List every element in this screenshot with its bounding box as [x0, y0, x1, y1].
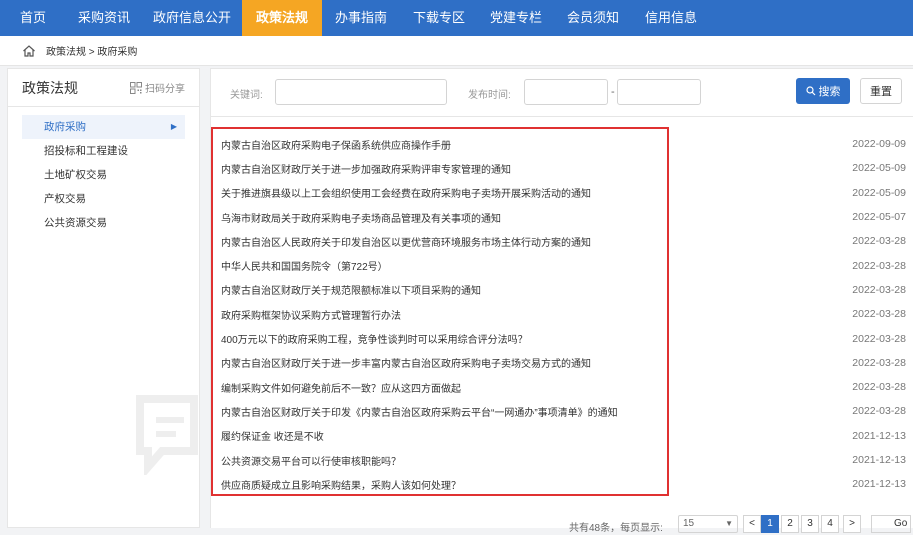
sidebar-title: 政策法规	[22, 79, 78, 96]
list-item: 内蒙古自治区政府采购电子保函系统供应商操作手册 2022-09-09	[211, 132, 913, 156]
page-size-select[interactable]: 15 ▼	[678, 515, 738, 533]
sidebar-header: 政策法规 扫码分享	[8, 69, 199, 107]
page-button-2[interactable]: 2	[781, 515, 799, 533]
keyword-label: 关键词:	[230, 90, 263, 101]
list-item: 内蒙古自治区财政厅关于规范限额标准以下项目采购的通知 2022-03-28	[211, 278, 913, 302]
article-list: 内蒙古自治区政府采购电子保函系统供应商操作手册 2022-09-09 内蒙古自治区…	[211, 132, 913, 496]
chevron-down-icon: ▼	[725, 519, 733, 528]
date-start-input[interactable]	[524, 79, 608, 105]
article-title-link[interactable]: 400万元以下的政府采购工程，竞争性谈判时可以采用综合评分法吗？	[221, 331, 528, 346]
article-title-link[interactable]: 内蒙古自治区政府采购电子保函系统供应商操作手册	[221, 137, 451, 152]
article-title-link[interactable]: 政府采购框架协议采购方式管理暂行办法	[221, 307, 401, 322]
article-date: 2022-03-28	[852, 259, 906, 272]
nav-item-party[interactable]: 党建专栏	[478, 0, 554, 36]
share-button[interactable]: 扫码分享	[130, 80, 185, 95]
list-item: 400万元以下的政府采购工程，竞争性谈判时可以采用综合评分法吗？ 2022-03-…	[211, 326, 913, 350]
article-title-link[interactable]: 公共资源交易平台可以行使审核职能吗？	[221, 453, 401, 468]
article-title-link[interactable]: 内蒙古自治区财政厅关于规范限额标准以下项目采购的通知	[221, 282, 481, 297]
breadcrumb[interactable]: 政策法规 > 政府采购	[46, 43, 137, 58]
article-date: 2022-03-28	[852, 308, 906, 321]
nav-item-home[interactable]: 首页	[0, 0, 66, 36]
search-button[interactable]: 搜索	[796, 78, 850, 104]
keyword-input[interactable]	[275, 79, 447, 105]
search-button-label: 搜索	[818, 86, 841, 98]
share-label: 扫码分享	[145, 84, 185, 95]
search-icon	[805, 86, 815, 96]
article-date: 2022-03-28	[852, 332, 906, 345]
article-title-link[interactable]: 中华人民共和国国务院令（第722号）	[221, 258, 388, 273]
article-title-link[interactable]: 关于推进旗县级以上工会组织使用工会经费在政府采购电子卖场开展采购活动的通知	[221, 185, 591, 200]
nav-item-guide[interactable]: 办事指南	[322, 0, 400, 36]
article-date: 2021-12-13	[852, 454, 906, 466]
prev-page-button[interactable]: <	[743, 515, 761, 533]
article-title-link[interactable]: 内蒙古自治区人民政府关于印发自治区以更优营商环境服务市场主体行动方案的通知	[221, 234, 591, 249]
pagination: 共有48条，每页显示: 15 ▼ < 1 2 3 4 > Go	[211, 515, 913, 535]
list-item: 供应商质疑成立且影响采购结果，采购人该如何处理？ 2021-12-13	[211, 472, 913, 496]
page-button-1[interactable]: 1	[761, 515, 779, 533]
article-date: 2021-12-13	[852, 429, 906, 442]
article-title-link[interactable]: 编制采购文件如何避免前后不一致？应从这四方面做起	[221, 380, 461, 395]
article-title-link[interactable]: 供应商质疑成立且影响采购结果，采购人该如何处理？	[221, 477, 461, 492]
article-title-link[interactable]: 内蒙古自治区财政厅关于印发《内蒙古自治区政府采购云平台“一网通办”事项清单》的通…	[221, 404, 618, 419]
go-button[interactable]: Go	[871, 515, 911, 533]
next-page-button[interactable]: >	[843, 515, 861, 533]
nav-item-member-notice[interactable]: 会员须知	[554, 0, 632, 36]
reset-button[interactable]: 重置	[860, 78, 902, 104]
article-title-link[interactable]: 内蒙古自治区财政厅关于进一步丰富内蒙古自治区政府采购电子卖场交易方式的通知	[221, 355, 591, 370]
triangle-right-icon: ▶	[170, 122, 177, 131]
nav-item-procurement-news[interactable]: 采购资讯	[66, 0, 142, 36]
article-date: 2022-03-28	[852, 381, 906, 394]
list-item: 履约保证金 收还是不收 2021-12-13	[211, 424, 913, 448]
list-item: 公共资源交易平台可以行使审核职能吗？ 2021-12-13	[211, 448, 913, 472]
nav-item-policies[interactable]: 政策法规	[242, 0, 322, 36]
article-date: 2022-09-09	[852, 138, 906, 151]
sidebar-menu: 政府采购 ▶ 招投标和工程建设 土地矿权交易 产权交易 公共资源交易	[8, 107, 199, 235]
list-item: 政府采购框架协议采购方式管理暂行办法 2022-03-28	[211, 302, 913, 326]
list-item: 编制采购文件如何避免前后不一致？应从这四方面做起 2022-03-28	[211, 375, 913, 399]
article-date: 2022-05-07	[852, 211, 906, 224]
article-date: 2022-03-28	[852, 235, 906, 248]
list-item: 内蒙古自治区财政厅关于进一步加强政府采购评审专家管理的通知 2022-05-09	[211, 156, 913, 180]
sidebar-item-property[interactable]: 产权交易	[8, 187, 199, 211]
list-item: 内蒙古自治区人民政府关于印发自治区以更优营商环境服务市场主体行动方案的通知 202…	[211, 229, 913, 253]
list-item: 内蒙古自治区财政厅关于进一步丰富内蒙古自治区政府采购电子卖场交易方式的通知 202…	[211, 351, 913, 375]
sidebar-item-land-mining[interactable]: 土地矿权交易	[8, 163, 199, 187]
article-title-link[interactable]: 乌海市财政局关于政府采购电子卖场商品管理及有关事项的通知	[221, 210, 501, 225]
article-title-link[interactable]: 履约保证金 收还是不收	[221, 428, 324, 443]
sidebar-item-gov-procurement[interactable]: 政府采购 ▶	[22, 115, 185, 139]
date-separator: -	[611, 86, 615, 98]
list-item: 乌海市财政局关于政府采购电子卖场商品管理及有关事项的通知 2022-05-07	[211, 205, 913, 229]
page-size-value: 15	[683, 518, 695, 529]
breadcrumb-bar: 政策法规 > 政府采购	[0, 36, 913, 66]
comment-watermark-icon	[136, 395, 198, 475]
sidebar-item-public-resource[interactable]: 公共资源交易	[8, 211, 199, 235]
list-item: 内蒙古自治区财政厅关于印发《内蒙古自治区政府采购云平台“一网通办”事项清单》的通…	[211, 399, 913, 423]
sidebar-item-label: 政府采购	[44, 121, 86, 133]
article-date: 2022-03-28	[852, 356, 906, 369]
list-item: 关于推进旗县级以上工会组织使用工会经费在政府采购电子卖场开展采购活动的通知 202…	[211, 181, 913, 205]
page-button-4[interactable]: 4	[821, 515, 839, 533]
qr-code-icon	[130, 81, 142, 94]
nav-item-downloads[interactable]: 下载专区	[400, 0, 478, 36]
pagination-total: 共有48条，每页显示:	[569, 523, 663, 534]
list-item: 中华人民共和国国务院令（第722号） 2022-03-28	[211, 253, 913, 277]
top-navigation: 首页 采购资讯 政府信息公开 政策法规 办事指南 下载专区 党建专栏 会员须知 …	[0, 0, 913, 36]
home-icon[interactable]	[22, 44, 36, 58]
article-date: 2022-03-28	[852, 405, 906, 418]
sidebar-item-bidding[interactable]: 招投标和工程建设	[8, 139, 199, 163]
article-date: 2022-05-09	[852, 186, 906, 199]
date-end-input[interactable]	[617, 79, 701, 105]
nav-item-gov-info[interactable]: 政府信息公开	[142, 0, 242, 36]
article-title-link[interactable]: 内蒙古自治区财政厅关于进一步加强政府采购评审专家管理的通知	[221, 161, 511, 176]
search-bar: 关键词: 发布时间: - 搜索 重置	[211, 69, 913, 117]
article-date: 2021-12-13	[852, 478, 906, 491]
date-label: 发布时间:	[468, 90, 511, 101]
page-button-3[interactable]: 3	[801, 515, 819, 533]
main-panel: 关键词: 发布时间: - 搜索 重置 内蒙古自治区政府采购电子保函系统供应商操作…	[210, 68, 913, 534]
article-date: 2022-03-28	[852, 283, 906, 296]
nav-item-credit[interactable]: 信用信息	[632, 0, 710, 36]
article-date: 2022-05-09	[852, 162, 906, 175]
